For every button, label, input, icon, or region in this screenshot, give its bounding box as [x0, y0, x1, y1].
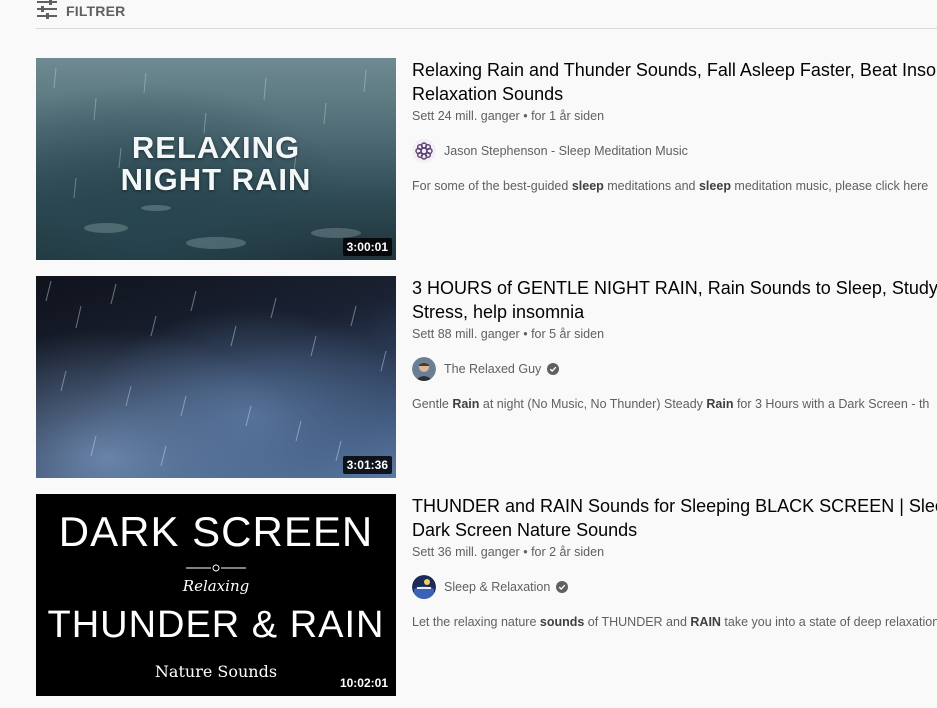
video-description: For some of the best-guided sleep medita… [412, 177, 937, 195]
filter-label: FILTRER [66, 3, 126, 19]
description-keyword: Rain [706, 397, 734, 411]
duration-badge: 3:00:01 [342, 238, 392, 256]
filter-bar: FILTRER [36, 0, 937, 29]
description-text: Let the relaxing nature [412, 615, 540, 629]
channel-name[interactable]: Jason Stephenson - Sleep Meditation Musi… [444, 144, 688, 158]
description-text: take you into a state of deep relaxation [720, 615, 937, 629]
video-meta: Sett 24 mill. ganger • for 1 år siden [412, 107, 937, 125]
video-title-line-1: 3 HOURS of GENTLE NIGHT RAIN, Rain Sound… [412, 278, 937, 298]
thumbnail-text-line-1: DARK SCREEN [58, 508, 374, 555]
video-description: Gentle Rain at night (No Music, No Thund… [412, 395, 937, 413]
description-text: Gentle [412, 397, 453, 411]
rain-texture [45, 280, 387, 467]
channel-avatar[interactable] [412, 575, 436, 599]
upload-age: for 5 år siden [531, 327, 605, 341]
filter-button[interactable]: FILTRER [36, 0, 125, 22]
upload-age: for 1 år siden [531, 109, 605, 123]
video-title-line-1: Relaxing Rain and Thunder Sounds, Fall A… [412, 60, 937, 80]
video-title[interactable]: THUNDER and RAIN Sounds for Sleeping BLA… [412, 494, 937, 542]
channel-row: Sleep & Relaxation [412, 575, 937, 599]
view-count: Sett 88 mill. ganger [412, 327, 520, 341]
video-meta: Sett 36 mill. ganger • for 2 år siden [412, 543, 937, 561]
thumbnail-text-line-3: THUNDER & RAIN [47, 604, 385, 646]
video-thumbnail[interactable]: RELAXING NIGHT RAIN 3:00:01 [36, 58, 396, 260]
upload-age: for 2 år siden [531, 545, 605, 559]
channel-row: The Relaxed Guy [412, 357, 937, 381]
description-text: meditation music, please click here [730, 179, 929, 193]
video-title-line-2: Dark Screen Nature Sounds [412, 520, 638, 540]
video-title-line-1: THUNDER and RAIN Sounds for Sleeping BLA… [412, 496, 937, 516]
thumbnail-text-line-2: Relaxing [182, 577, 250, 595]
view-count: Sett 36 mill. ganger [412, 545, 520, 559]
video-title[interactable]: Relaxing Rain and Thunder Sounds, Fall A… [412, 58, 937, 106]
view-count: Sett 24 mill. ganger [412, 109, 520, 123]
description-keyword: sounds [539, 615, 585, 629]
channel-row: Jason Stephenson - Sleep Meditation Musi… [412, 139, 937, 163]
description-keyword: RAIN [690, 615, 721, 629]
video-description: Let the relaxing nature sounds of THUNDE… [412, 613, 937, 631]
ornament-divider [186, 564, 246, 572]
video-title-line-2: Stress, help insomnia [412, 302, 585, 322]
thumbnail-text-line-2: NIGHT RAIN [120, 162, 312, 197]
duration-badge: 3:01:36 [342, 456, 392, 474]
meta-separator: • [523, 327, 528, 341]
thumbnail-text-line-1: RELAXING [131, 130, 301, 165]
video-info: THUNDER and RAIN Sounds for Sleeping BLA… [412, 494, 937, 631]
video-meta: Sett 88 mill. ganger • for 5 år siden [412, 325, 937, 343]
channel-name[interactable]: Sleep & Relaxation [444, 580, 550, 594]
video-result-2: 3:01:36 3 HOURS of GENTLE NIGHT RAIN, Ra… [36, 276, 937, 478]
video-info: 3 HOURS of GENTLE NIGHT RAIN, Rain Sound… [412, 276, 937, 413]
video-thumbnail[interactable]: 3:01:36 [36, 276, 396, 478]
channel-name[interactable]: The Relaxed Guy [444, 362, 541, 376]
description-text: For some of the best-guided [412, 179, 572, 193]
filter-sliders-icon [36, 0, 58, 24]
video-result-3: DARK SCREEN Relaxing THUNDER & RAIN Natu… [36, 494, 937, 696]
description-text: meditations and [603, 179, 699, 193]
meta-separator: • [523, 109, 528, 123]
video-title-line-2: Relaxation Sounds [412, 84, 564, 104]
verified-check-icon [556, 581, 569, 593]
video-title[interactable]: 3 HOURS of GENTLE NIGHT RAIN, Rain Sound… [412, 276, 937, 324]
duration-badge: 10:02:01 [335, 674, 392, 692]
channel-avatar[interactable] [412, 139, 436, 163]
description-text: of THUNDER and [584, 615, 691, 629]
video-result-1: RELAXING NIGHT RAIN 3:00:01 Relaxing Rai… [36, 58, 937, 260]
video-thumbnail[interactable]: DARK SCREEN Relaxing THUNDER & RAIN Natu… [36, 494, 396, 696]
verified-check-icon [547, 363, 560, 375]
description-keyword: sleep [571, 179, 604, 193]
meta-separator: • [523, 545, 528, 559]
description-keyword: sleep [698, 179, 731, 193]
description-text: for 3 Hours with a Dark Screen - th [733, 397, 930, 411]
channel-avatar[interactable] [412, 357, 436, 381]
description-keyword: Rain [452, 397, 480, 411]
video-info: Relaxing Rain and Thunder Sounds, Fall A… [412, 58, 937, 195]
description-text: at night (No Music, No Thunder) Steady [479, 397, 707, 411]
